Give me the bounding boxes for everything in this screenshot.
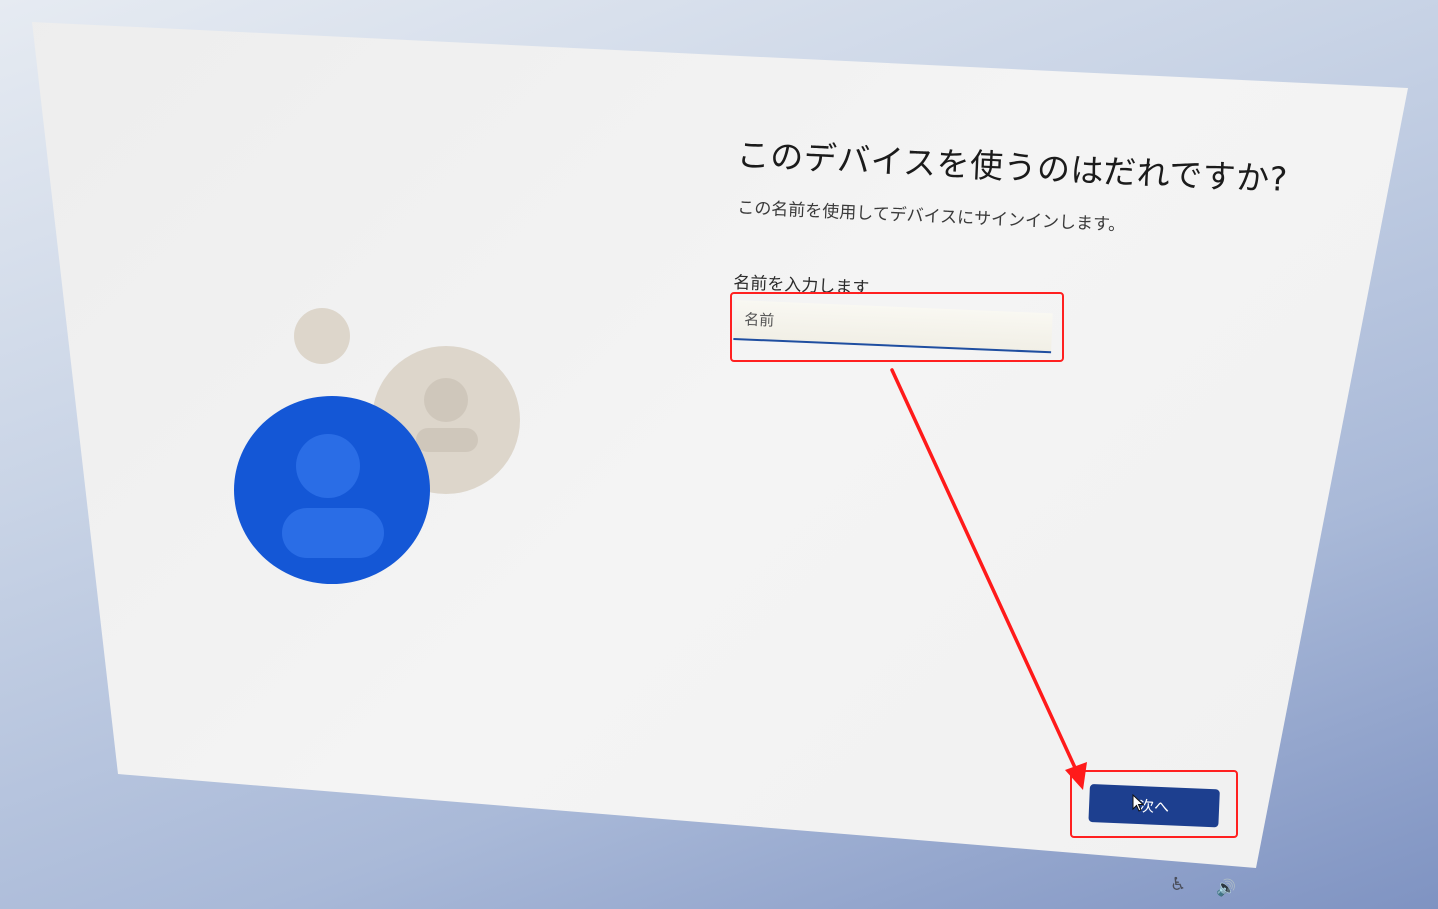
accessibility-icon[interactable]: ♿ xyxy=(1170,874,1186,895)
annotation-highlight-button xyxy=(1070,770,1238,838)
annotation-highlight-input xyxy=(730,292,1064,362)
user-avatar-illustration-icon xyxy=(234,308,520,584)
oobe-screen: このデバイスを使うのはだれですか? この名前を使用してデバイスにサインインします… xyxy=(0,0,1438,909)
volume-icon[interactable]: 🔊 xyxy=(1216,878,1236,897)
